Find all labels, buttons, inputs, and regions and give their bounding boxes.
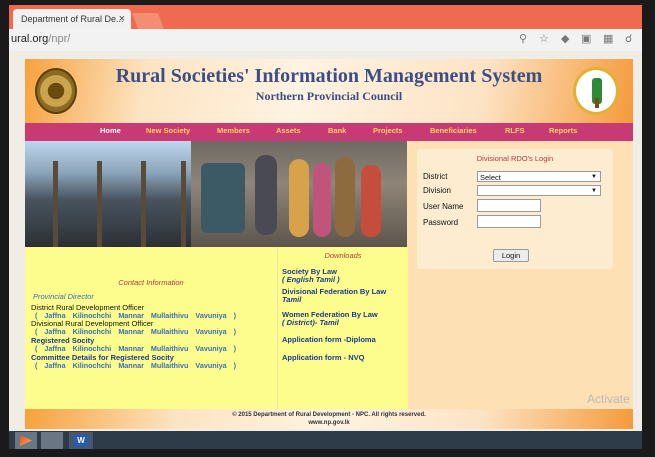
district-link[interactable]: Kilinochchi (73, 361, 112, 370)
provincial-director-link[interactable]: Provincial Director (33, 292, 94, 301)
district-select-value: Select (480, 173, 501, 182)
district-link[interactable]: ( Jaffna (35, 327, 66, 336)
downloads-heading: Downloads (324, 251, 362, 260)
password-label: Password (423, 218, 459, 227)
district-link[interactable]: Mullaithivu (151, 344, 189, 353)
society-bylaw-links[interactable]: ( English Tamil ) (282, 275, 340, 284)
taskbar-word[interactable]: W (69, 432, 93, 449)
application-diploma-link[interactable]: Application form -Diploma (282, 335, 376, 344)
nav-reports[interactable]: Reports (549, 126, 577, 135)
bracket: ) (233, 344, 236, 353)
nav-bank[interactable]: Bank (328, 126, 346, 135)
contact-panel: Contact Information Provincial Director … (25, 247, 277, 409)
cast-icon[interactable]: ▣ (581, 32, 591, 45)
username-input[interactable] (477, 199, 541, 212)
new-tab-button[interactable] (132, 13, 164, 29)
bracket: ) (233, 311, 236, 320)
bookmark-star-icon[interactable]: ☆ (539, 32, 549, 45)
url-path: /npr/ (48, 33, 71, 45)
nav-rlfs[interactable]: RLFS (505, 126, 525, 135)
committee-district-links: ( Jaffna Kilinochchi Mannar Mullaithivu … (35, 361, 236, 370)
cattle-shed-photo (25, 141, 191, 247)
activate-watermark: Activate (587, 392, 630, 406)
copyright-text: © 2015 Department of Rural Development -… (232, 412, 426, 418)
district-link[interactable]: Mullaithivu (151, 311, 189, 320)
district-link[interactable]: Mannar (118, 344, 144, 353)
site-footer: © 2015 Department of Rural Development -… (25, 409, 633, 429)
district-link[interactable]: Mullaithivu (151, 327, 189, 336)
site-subtitle: Northern Provincial Council (255, 89, 403, 103)
login-panel: Divisional RDO's Login District Select ▼ … (417, 149, 613, 269)
login-button[interactable]: Login (493, 249, 529, 262)
district-link[interactable]: ( Jaffna (35, 361, 66, 370)
login-heading: Divisional RDO's Login (476, 154, 554, 163)
login-column: Divisional RDO's Login District Select ▼ … (407, 141, 633, 409)
district-select[interactable]: Select ▼ (477, 171, 601, 182)
district-link[interactable]: Mannar (118, 361, 144, 370)
main-nav: Home New Society Members Assets Bank Pro… (25, 123, 633, 141)
nav-beneficiaries[interactable]: Beneficiaries (430, 126, 477, 135)
application-nvq-link[interactable]: Application form - NVQ (282, 353, 365, 362)
web-page: Rural Societies' Information Management … (9, 51, 642, 431)
women-workers-photo (191, 141, 407, 247)
nav-new-society[interactable]: New Society (146, 126, 190, 135)
website-link[interactable]: www.np.gov.lk (25, 420, 633, 426)
division-label: Division (423, 186, 452, 195)
district-link[interactable]: Mullaithivu (151, 361, 189, 370)
bracket: ) (233, 327, 236, 336)
bracket: ) (233, 361, 236, 370)
district-link[interactable]: Mannar (118, 327, 144, 336)
taskbar-app-2[interactable] (41, 432, 63, 449)
registered-district-links: ( Jaffna Kilinochchi Mannar Mullaithivu … (35, 344, 236, 353)
site-container: Rural Societies' Information Management … (25, 59, 633, 429)
browser-tab[interactable]: Department of Rural De... × (13, 9, 131, 29)
district-link[interactable]: ( Jaffna (35, 344, 66, 353)
district-link[interactable]: Kilinochchi (73, 344, 112, 353)
browser-window: Department of Rural De... × ural.org/npr… (9, 5, 642, 449)
taskbar: W (9, 431, 642, 449)
media-player-icon (20, 435, 32, 446)
screenshot-icon[interactable]: ▦ (603, 32, 613, 45)
nav-projects[interactable]: Projects (373, 126, 403, 135)
district-link[interactable]: Vavuniya (195, 361, 226, 370)
taskbar-app-1[interactable] (15, 432, 37, 449)
downloads-panel: Downloads Society By Law ( English Tamil… (277, 247, 408, 409)
close-tab-icon[interactable]: × (119, 9, 125, 29)
url-host: ural.org (11, 33, 49, 45)
nav-home[interactable]: Home (100, 126, 121, 135)
tab-title: Department of Rural De... (21, 14, 124, 24)
dropdown-arrow-icon: ▼ (591, 174, 597, 180)
password-input[interactable] (477, 215, 541, 228)
women-federation-link[interactable]: ( District)- Tamil (282, 318, 339, 327)
username-label: User Name (423, 202, 464, 211)
district-link[interactable]: Vavuniya (195, 344, 226, 353)
nav-assets[interactable]: Assets (276, 126, 301, 135)
site-title: Rural Societies' Information Management … (115, 65, 543, 87)
address-bar[interactable]: ural.org/npr/ ⚲ ☆ ◆ ▣ ▦ ☌ (9, 29, 642, 52)
extension-icon[interactable]: ◆ (561, 32, 569, 45)
contact-heading: Contact Information (118, 278, 184, 287)
district-link[interactable]: Vavuniya (195, 327, 226, 336)
dropdown-arrow-icon: ▼ (591, 188, 597, 194)
division-select[interactable]: ▼ (477, 185, 601, 196)
nav-members[interactable]: Members (217, 126, 250, 135)
word-icon: W (73, 435, 89, 447)
search-icon[interactable]: ☌ (625, 32, 632, 45)
divrdo-district-links: ( Jaffna Kilinochchi Mannar Mullaithivu … (35, 327, 236, 336)
site-header: Rural Societies' Information Management … (25, 59, 633, 123)
council-seal-icon (573, 67, 619, 115)
district-label: District (423, 172, 448, 181)
tab-strip: Department of Rural De... × (9, 5, 642, 29)
zoom-icon[interactable]: ⚲ (519, 32, 527, 45)
div-federation-tamil-link[interactable]: Tamil (282, 295, 301, 304)
url-text[interactable]: ural.org/npr/ (11, 33, 70, 45)
district-link[interactable]: Kilinochchi (73, 327, 112, 336)
district-link[interactable]: Vavuniya (195, 311, 226, 320)
